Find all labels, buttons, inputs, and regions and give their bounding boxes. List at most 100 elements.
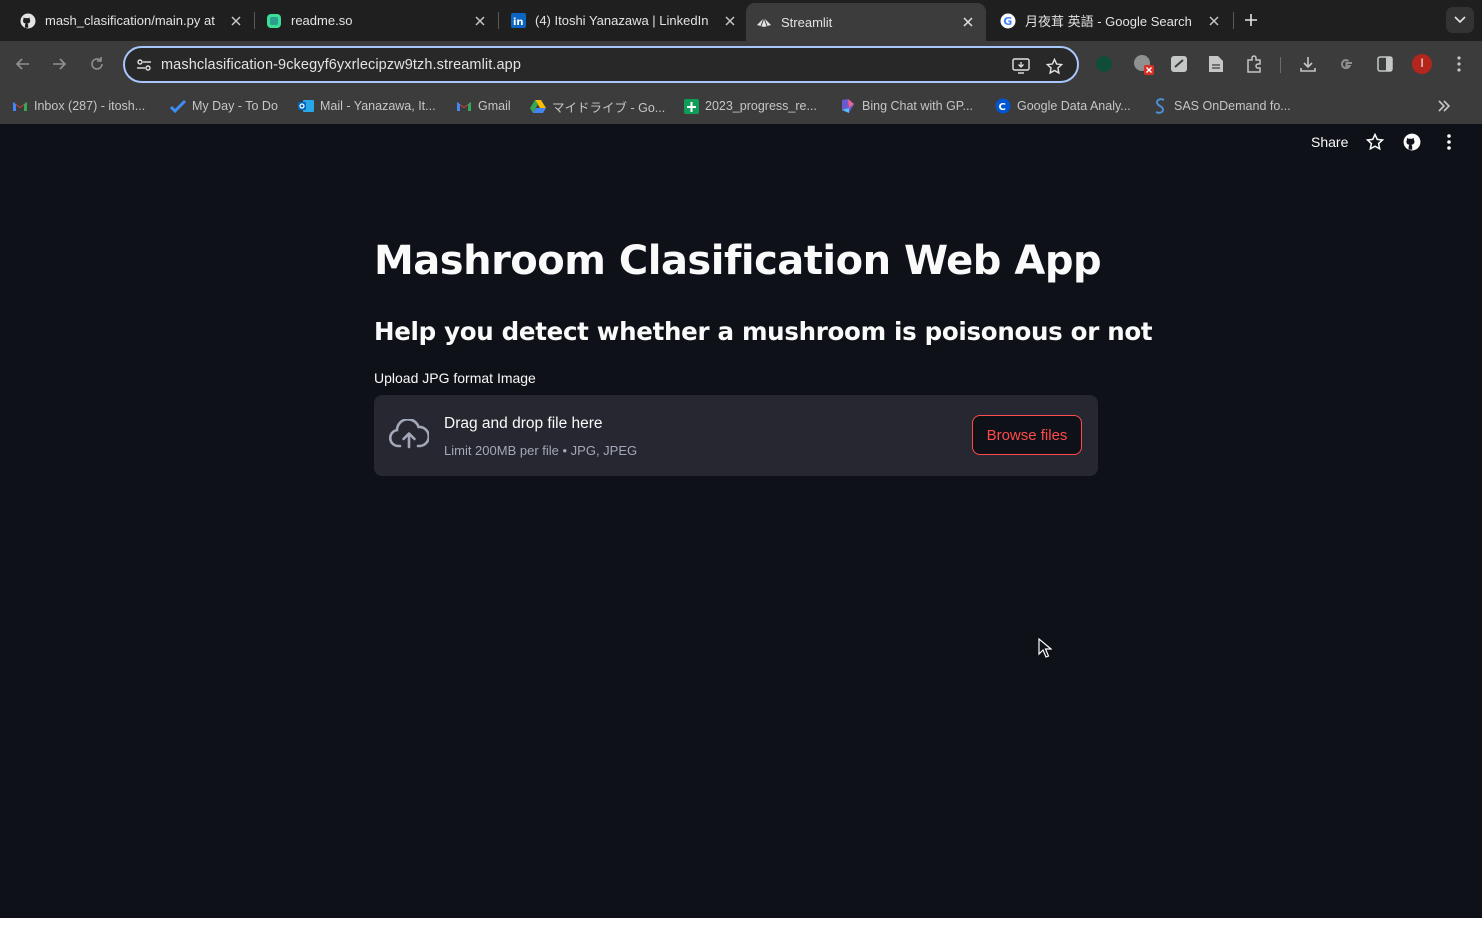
bing-icon — [840, 98, 856, 114]
tab-linkedin[interactable]: in (4) Itoshi Yanazawa | LinkedIn — [510, 6, 738, 35]
bookmarks-bar: Inbox (287) - itosh... My Day - To Do Ma… — [0, 88, 1482, 124]
github-icon[interactable] — [1402, 132, 1422, 152]
close-icon[interactable] — [228, 13, 244, 29]
file-uploader-label: Upload JPG format Image — [374, 370, 536, 386]
svg-text:in: in — [513, 17, 524, 28]
toolbar-divider — [1280, 57, 1281, 73]
bookmark-bing[interactable]: Bing Chat with GP... — [840, 97, 973, 115]
dropzone-limits: Limit 200MB per file • JPG, JPEG — [444, 443, 638, 458]
svg-text:G: G — [1003, 15, 1012, 28]
dropzone-instruction: Drag and drop file here — [444, 415, 603, 432]
back-button[interactable] — [12, 53, 34, 75]
bookmark-coursera[interactable]: C Google Data Analy... — [995, 97, 1131, 115]
bookmark-sheets[interactable]: 2023_progress_re... — [683, 97, 817, 115]
tab-readme[interactable]: readme.so — [266, 6, 488, 35]
todo-icon — [170, 98, 186, 114]
bookmark-inbox[interactable]: Inbox (287) - itosh... — [12, 97, 145, 115]
tab-separator — [1233, 12, 1234, 29]
bookmark-outlook[interactable]: Mail - Yanazawa, It... — [298, 97, 436, 115]
page-subtitle: Help you detect whether a mushroom is po… — [374, 317, 1153, 346]
readme-icon — [266, 13, 282, 29]
file-dropzone[interactable]: Drag and drop file here Limit 200MB per … — [374, 395, 1098, 476]
arrow-right-icon — [53, 58, 67, 70]
extension-green-icon[interactable] — [1093, 53, 1115, 75]
main-menu-button[interactable] — [1439, 132, 1459, 152]
arrow-left-icon — [15, 58, 29, 70]
tab-separator — [498, 12, 499, 29]
drive-icon — [530, 98, 546, 114]
site-settings-icon[interactable] — [135, 56, 153, 74]
tab-search-button[interactable] — [1446, 7, 1474, 33]
plus-icon — [1245, 14, 1257, 26]
bookmark-todo[interactable]: My Day - To Do — [170, 97, 278, 115]
tab-google-search[interactable]: G 月夜茸 英語 - Google Search — [1000, 6, 1222, 35]
kebab-menu-icon — [1457, 56, 1461, 72]
bookmark-label: Bing Chat with GP... — [862, 99, 973, 113]
bookmark-label: 2023_progress_re... — [705, 99, 817, 113]
extension-error-icon[interactable] — [1132, 53, 1154, 75]
bookmark-label: Google Data Analy... — [1017, 99, 1131, 113]
new-tab-button[interactable] — [1240, 9, 1262, 31]
reload-icon — [91, 57, 103, 70]
bookmark-label: My Day - To Do — [192, 99, 278, 113]
address-bar[interactable]: mashclasification-9ckegyf6yxrlecipzw9tzh… — [123, 46, 1079, 83]
profile-avatar[interactable]: I — [1411, 53, 1433, 75]
extensions-puzzle-icon[interactable] — [1243, 53, 1265, 75]
bookmark-label: Inbox (287) - itosh... — [34, 99, 146, 113]
browser-tab-strip: mash_clasification/main.py at readme.so … — [0, 0, 1482, 41]
tab-title: (4) Itoshi Yanazawa | LinkedIn — [535, 13, 709, 28]
tab-title: Streamlit — [781, 14, 833, 30]
side-panel-icon[interactable] — [1374, 53, 1396, 75]
double-chevron-right-icon — [1436, 98, 1452, 114]
url-text: mashclasification-9ckegyf6yxrlecipzw9tzh… — [161, 57, 521, 73]
bookmark-gmail[interactable]: Gmail — [456, 97, 511, 115]
bookmark-label: SAS OnDemand fo... — [1174, 99, 1291, 113]
tab-separator — [254, 12, 255, 29]
downloads-icon[interactable] — [1297, 53, 1319, 75]
page-title: Mashroom Clasification Web App — [374, 238, 1102, 284]
window-bottom-edge — [0, 918, 1482, 926]
gmail-icon — [456, 98, 472, 114]
tab-streamlit[interactable]: Streamlit — [746, 3, 986, 41]
streamlit-app: Share Mashroom Clasification Web App Hel… — [0, 124, 1482, 918]
star-icon[interactable] — [1365, 132, 1385, 152]
google-account-icon[interactable] — [1335, 53, 1357, 75]
coursera-icon: C — [995, 98, 1011, 114]
bookmark-drive[interactable]: マイドライブ - Go... — [530, 97, 665, 115]
outlook-icon — [298, 98, 314, 114]
linkedin-icon: in — [510, 13, 526, 29]
bookmark-star-icon[interactable] — [1043, 55, 1065, 77]
github-icon — [20, 13, 36, 29]
profile-initial: I — [1420, 56, 1424, 70]
chrome-menu-button[interactable] — [1448, 53, 1470, 75]
browse-files-button[interactable]: Browse files — [972, 415, 1082, 455]
forward-button[interactable] — [48, 53, 70, 75]
bookmark-label: Mail - Yanazawa, It... — [320, 99, 436, 113]
gmail-icon — [12, 98, 28, 114]
kebab-menu-icon — [1447, 134, 1451, 150]
sheets-icon — [683, 98, 699, 114]
browser-toolbar: mashclasification-9ckegyf6yxrlecipzw9tzh… — [0, 41, 1482, 88]
tab-github[interactable]: mash_clasification/main.py at — [20, 6, 244, 35]
extension-document-icon[interactable] — [1205, 53, 1227, 75]
mouse-cursor-icon — [1038, 638, 1052, 658]
reload-button[interactable] — [86, 53, 108, 75]
tab-title: mash_clasification/main.py at — [45, 13, 215, 28]
chevron-down-icon — [1454, 16, 1466, 24]
svg-text:C: C — [999, 102, 1006, 113]
google-icon: G — [1000, 13, 1016, 29]
close-icon[interactable] — [722, 13, 738, 29]
bookmark-label: Gmail — [478, 99, 511, 113]
tab-title: readme.so — [291, 13, 353, 28]
close-icon[interactable] — [960, 14, 976, 30]
bookmark-sas[interactable]: SAS OnDemand fo... — [1152, 97, 1291, 115]
bookmarks-overflow-button[interactable] — [1436, 97, 1458, 115]
cloud-upload-icon — [389, 417, 429, 451]
tab-title: 月夜茸 英語 - Google Search — [1025, 14, 1192, 29]
extension-notes-icon[interactable] — [1168, 53, 1190, 75]
close-icon[interactable] — [1206, 13, 1222, 29]
close-icon[interactable] — [472, 13, 488, 29]
install-app-icon[interactable] — [1010, 55, 1032, 77]
share-button[interactable]: Share — [1311, 134, 1348, 150]
sas-icon — [1152, 98, 1168, 114]
